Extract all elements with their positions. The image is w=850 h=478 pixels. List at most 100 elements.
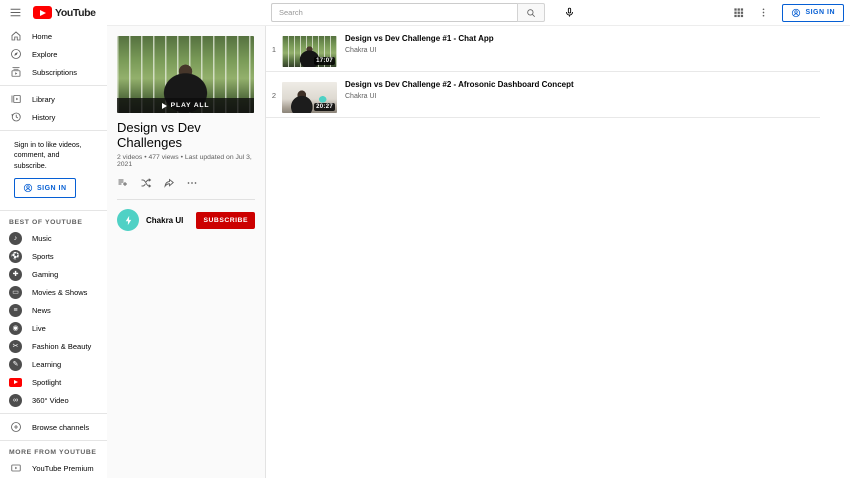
sidebar-item-music[interactable]: ♪ Music xyxy=(0,229,107,247)
play-icon xyxy=(161,102,167,109)
header-sign-in-button[interactable]: SIGN IN xyxy=(782,3,844,22)
sidebar-item-label: Music xyxy=(32,233,52,243)
video-index: 2 xyxy=(271,91,277,100)
sign-in-promo-text: Sign in to like videos, comment, and sub… xyxy=(14,140,93,171)
live-icon: ◉ xyxy=(9,321,22,335)
spotlight-icon xyxy=(9,377,22,387)
video-index: 1 xyxy=(271,45,277,54)
sidebar-item-label: Fashion & Beauty xyxy=(32,341,92,351)
video-title[interactable]: Design vs Dev Challenge #2 - Afrosonic D… xyxy=(345,80,574,89)
video-channel[interactable]: Chakra UI xyxy=(345,93,574,100)
youtube-premium-icon xyxy=(9,462,22,475)
playlist-video-row[interactable]: 2 20:27 Design vs Dev Challenge #2 - Afr… xyxy=(266,72,820,118)
video-channel[interactable]: Chakra UI xyxy=(345,47,494,54)
main-content: PLAY ALL Design vs Dev Challenges 2 vide… xyxy=(107,25,850,478)
sidebar-sign-in-button[interactable]: SIGN IN xyxy=(14,178,76,199)
sidebar-item-movies-shows[interactable]: ▭ Movies & Shows xyxy=(0,283,107,301)
search-icon xyxy=(526,8,536,18)
sidebar-item-spotlight[interactable]: Spotlight xyxy=(0,373,107,391)
header-actions: SIGN IN xyxy=(732,0,844,25)
sign-in-label: SIGN IN xyxy=(805,9,835,16)
sidebar-item-live[interactable]: ◉ Live xyxy=(0,319,107,337)
sidebar-item-browse-channels[interactable]: Browse channels xyxy=(0,418,107,436)
sidebar-item-home[interactable]: Home xyxy=(0,27,107,45)
sidebar-item-label: News xyxy=(32,305,51,315)
sidebar-item-label: Learning xyxy=(32,359,62,369)
playlist-actions xyxy=(117,177,255,189)
news-icon: ≡ xyxy=(9,303,22,317)
video-thumbnail[interactable]: 20:27 xyxy=(282,82,337,113)
more-from-youtube-header: MORE FROM YOUTUBE xyxy=(9,449,97,457)
sidebar-item-label: Movies & Shows xyxy=(32,287,88,297)
save-playlist-icon[interactable] xyxy=(117,177,129,189)
youtube-logo[interactable]: YouTube xyxy=(33,6,96,19)
apps-grid-icon[interactable] xyxy=(732,7,744,19)
library-icon xyxy=(9,93,22,106)
sidebar-item-360-video[interactable]: ∞ 360° Video xyxy=(0,391,107,409)
promo-line-2: comment, and subscribe. xyxy=(14,150,60,170)
best-of-youtube-header: BEST OF YOUTUBE xyxy=(9,219,83,227)
sign-in-label: SIGN IN xyxy=(37,184,67,192)
sidebar-divider xyxy=(0,130,107,131)
sidebar-item-library[interactable]: Library xyxy=(0,90,107,108)
sidebar-item-label: Library xyxy=(32,94,55,104)
home-icon xyxy=(9,30,22,43)
channel-row: Chakra UI SUBSCRIBE xyxy=(117,200,255,240)
sidebar-item-label: Spotlight xyxy=(32,377,62,387)
video-title[interactable]: Design vs Dev Challenge #1 - Chat App xyxy=(345,34,494,43)
video-thumbnail[interactable]: 17:07 xyxy=(282,36,337,67)
sidebar-divider xyxy=(0,85,107,86)
duration-badge: 17:07 xyxy=(314,57,335,65)
playlist-stats: 2 videos • 477 views • Last updated on J… xyxy=(117,154,252,168)
masthead: YouTube Search SIGN IN xyxy=(0,0,850,25)
youtube-play-icon xyxy=(33,6,52,19)
sidebar-item-label: 360° Video xyxy=(32,395,69,405)
sidebar-item-gaming[interactable]: ✚ Gaming xyxy=(0,265,107,283)
hamburger-menu-icon[interactable] xyxy=(9,6,22,19)
playlist-panel: PLAY ALL Design vs Dev Challenges 2 vide… xyxy=(107,26,266,478)
sidebar-item-label: YouTube Premium xyxy=(32,463,94,473)
playlist-video-list: 1 17:07 Design vs Dev Challenge #1 - Cha… xyxy=(266,26,850,478)
sidebar-item-explore[interactable]: Explore xyxy=(0,45,107,63)
subscribe-button[interactable]: SUBSCRIBE xyxy=(196,211,255,229)
sign-in-promo: Sign in to like videos, comment, and sub… xyxy=(0,135,107,206)
youtube-wordmark: YouTube xyxy=(55,6,96,19)
shuffle-icon[interactable] xyxy=(140,177,152,189)
sidebar-item-subscriptions[interactable]: Subscriptions xyxy=(0,63,107,81)
more-vertical-icon[interactable] xyxy=(757,7,769,19)
explore-icon xyxy=(9,48,22,61)
sidebar-item-label: Explore xyxy=(32,49,58,59)
sidebar-item-label: Home xyxy=(32,31,53,41)
sidebar-item-fashion-beauty[interactable]: ✂ Fashion & Beauty xyxy=(0,337,107,355)
person-icon xyxy=(23,183,33,193)
channel-name[interactable]: Chakra UI xyxy=(146,216,183,225)
mic-button[interactable] xyxy=(559,3,579,22)
sidebar-item-sports[interactable]: ⚽ Sports xyxy=(0,247,107,265)
sidebar-item-learning[interactable]: ✎ Learning xyxy=(0,355,107,373)
playlist-title: Design vs Dev Challenges xyxy=(117,120,201,150)
sidebar-item-history[interactable]: History xyxy=(0,108,107,126)
sidebar-divider xyxy=(0,210,107,212)
duration-badge: 20:27 xyxy=(314,103,335,111)
sidebar-item-label: Browse channels xyxy=(32,422,90,432)
channel-avatar[interactable] xyxy=(117,209,139,231)
search-button[interactable] xyxy=(517,3,545,22)
sidebar-item-youtube-premium[interactable]: YouTube Premium xyxy=(0,459,107,477)
sidebar-item-label: Gaming xyxy=(32,269,59,279)
fashion-icon: ✂ xyxy=(9,339,22,353)
mic-icon xyxy=(564,7,575,18)
plus-circle-icon xyxy=(9,421,22,434)
sidebar-item-label: Subscriptions xyxy=(32,67,78,77)
search-input[interactable] xyxy=(271,3,517,22)
share-icon[interactable] xyxy=(163,177,175,189)
playlist-thumbnail[interactable]: PLAY ALL xyxy=(117,36,254,113)
sports-icon: ⚽ xyxy=(9,249,22,263)
play-all-bar[interactable]: PLAY ALL xyxy=(117,98,254,113)
playlist-video-row[interactable]: 1 17:07 Design vs Dev Challenge #1 - Cha… xyxy=(266,26,820,72)
more-horizontal-icon[interactable] xyxy=(186,177,198,189)
promo-line-1: Sign in to like videos, xyxy=(14,140,82,149)
sidebar-item-news[interactable]: ≡ News xyxy=(0,301,107,319)
history-icon xyxy=(9,111,22,124)
sidebar-item-label: Live xyxy=(32,323,46,333)
music-icon: ♪ xyxy=(9,231,22,245)
